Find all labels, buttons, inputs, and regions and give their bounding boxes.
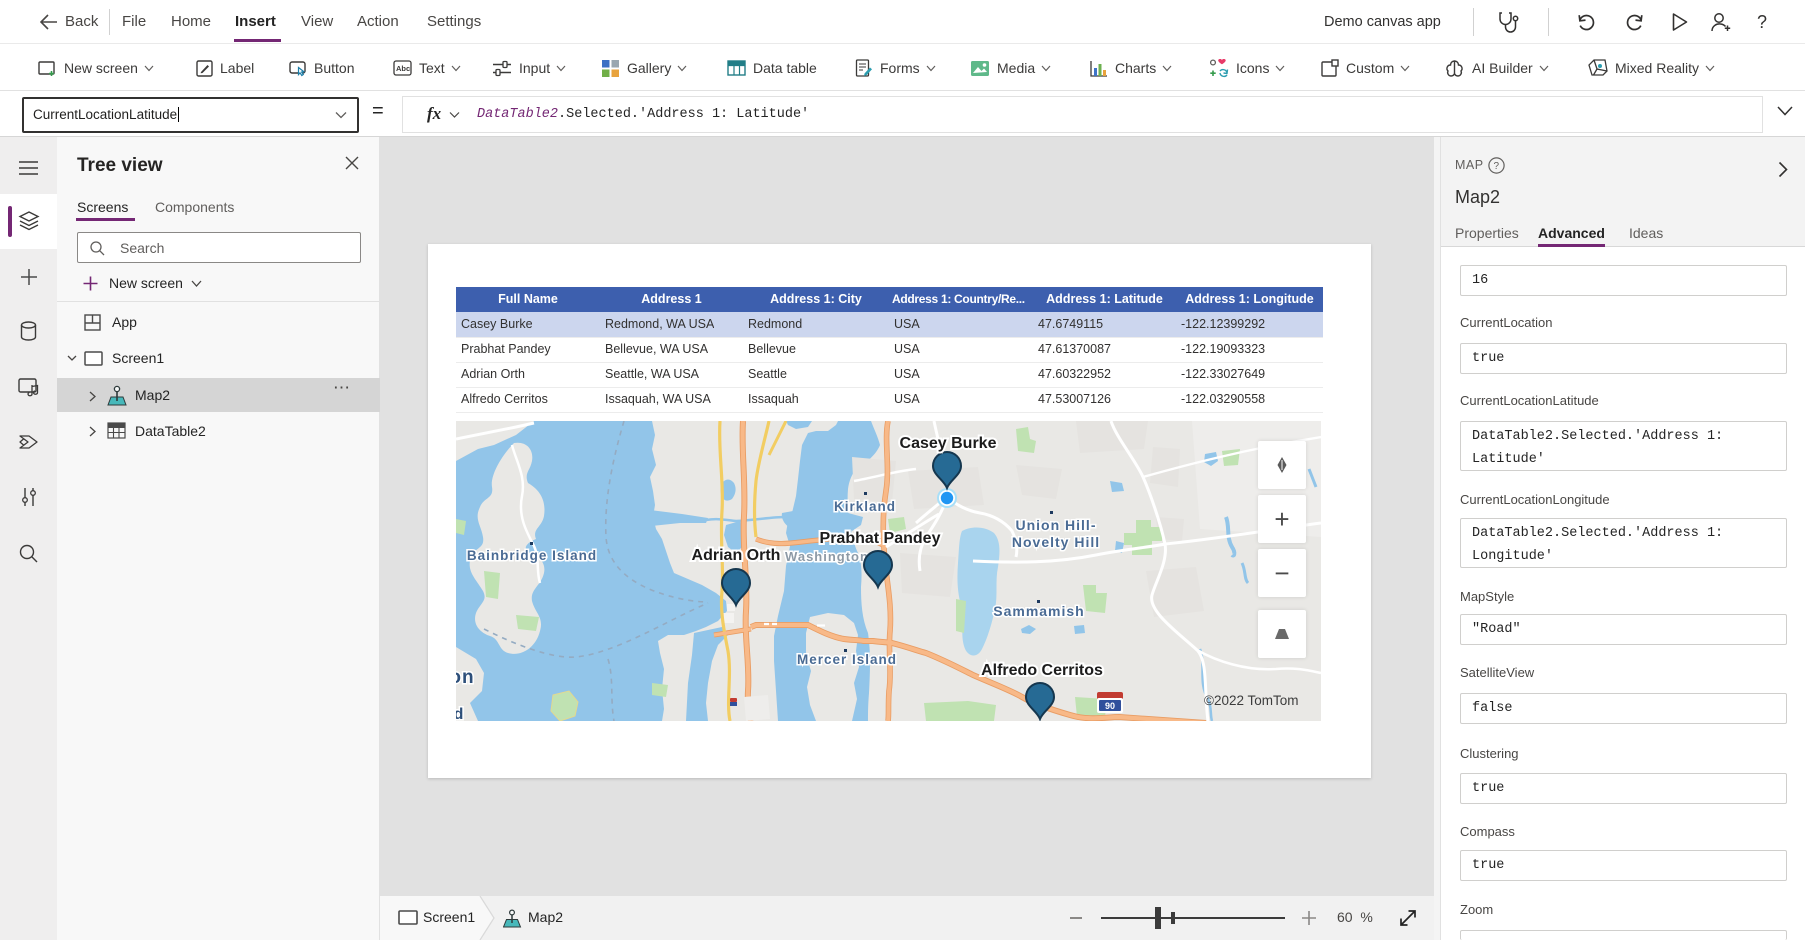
svg-text:d: d <box>456 706 464 721</box>
svg-text:Union Hill-: Union Hill- <box>1016 517 1097 533</box>
svg-text:Abc: Abc <box>396 64 410 73</box>
svg-text:Bainbridge Island: Bainbridge Island <box>467 548 597 563</box>
svg-text:Mercer Island: Mercer Island <box>797 652 897 667</box>
svg-text:Prabhat Pandey: Prabhat Pandey <box>820 530 941 547</box>
svg-text:©2022 TomTom: ©2022 TomTom <box>1204 693 1299 708</box>
svg-text:Casey Burke: Casey Burke <box>900 435 997 452</box>
svg-text:Adrian Orth: Adrian Orth <box>692 547 781 564</box>
svg-text:Sammamish: Sammamish <box>993 603 1084 619</box>
svg-text:Washington: Washington <box>785 549 869 564</box>
svg-text:90: 90 <box>1105 701 1115 711</box>
svg-text:?: ? <box>1494 161 1500 172</box>
svg-text:on: on <box>456 667 475 688</box>
svg-text:Novelty Hill: Novelty Hill <box>1012 534 1100 550</box>
svg-text:Alfredo Cerritos: Alfredo Cerritos <box>981 662 1103 679</box>
svg-text:Kirkland: Kirkland <box>834 499 896 514</box>
